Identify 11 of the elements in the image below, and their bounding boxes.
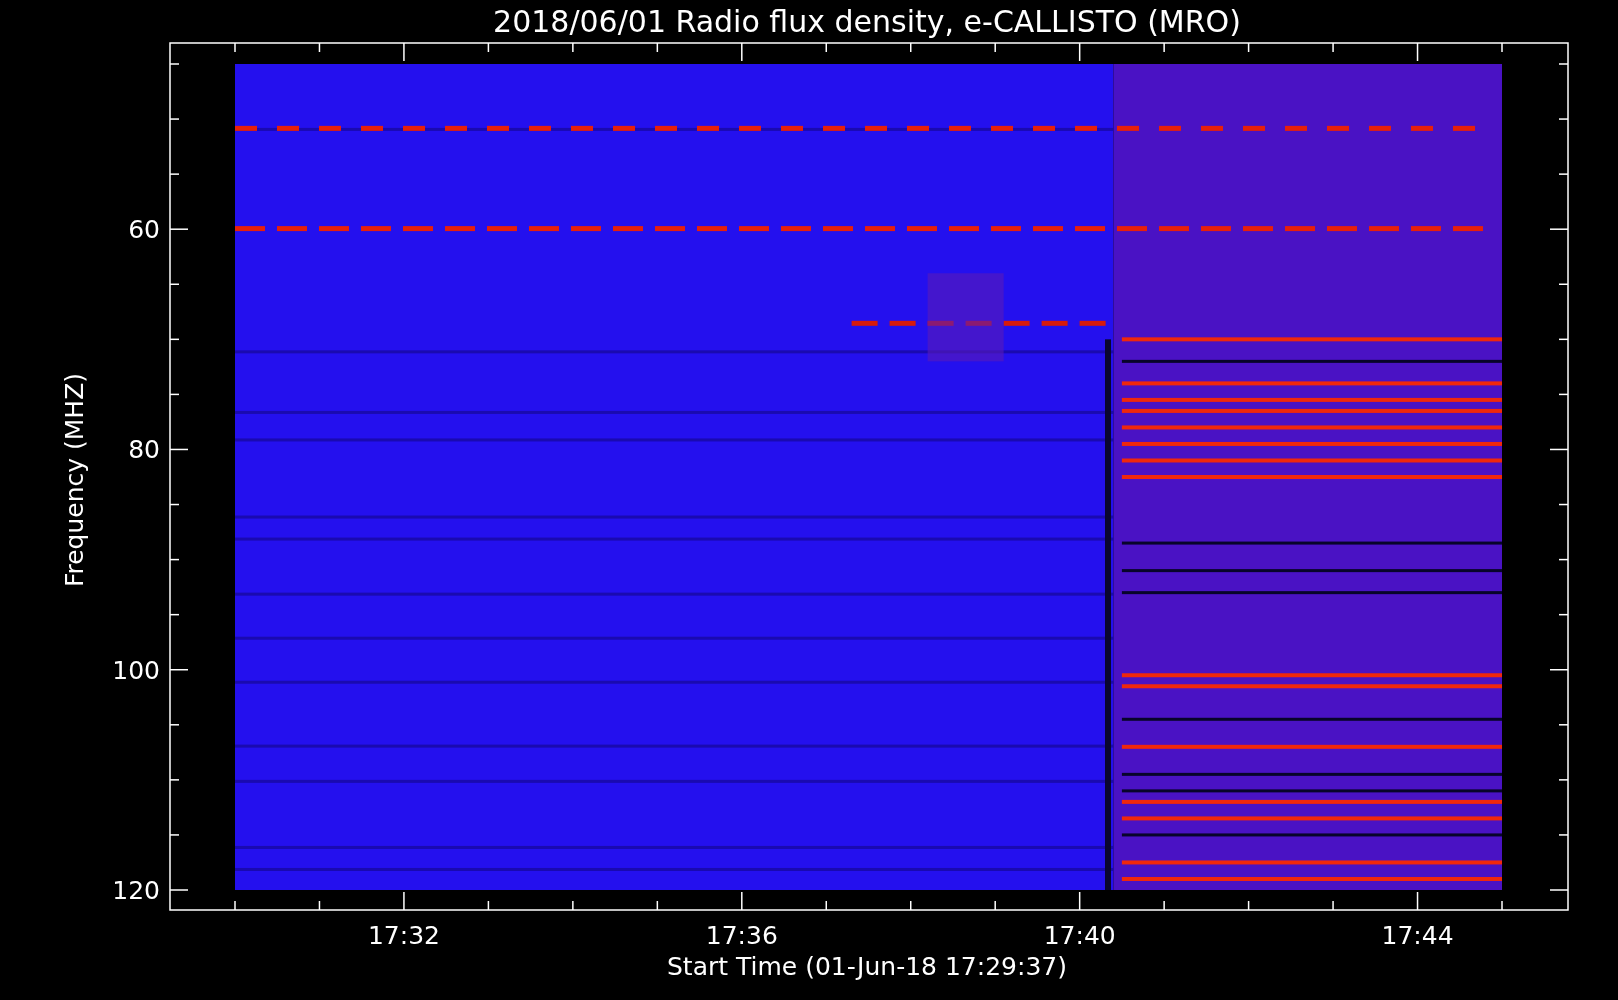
y-axis-label: Frequency (MHZ) bbox=[60, 372, 89, 588]
y-tick-label: 120 bbox=[112, 876, 160, 905]
x-tick-label: 17:40 bbox=[1043, 921, 1116, 950]
x-tick-label: 17:32 bbox=[367, 921, 440, 950]
y-tick-label: 80 bbox=[128, 435, 160, 465]
x-tick-label: 17:36 bbox=[705, 921, 778, 950]
x-tick-label: 17:44 bbox=[1381, 921, 1454, 950]
y-tick-label: 60 bbox=[128, 215, 160, 245]
y-tick-label: 100 bbox=[112, 655, 160, 685]
chart-title: 2018/06/01 Radio flux density, e-CALLISTO (MRO) bbox=[493, 4, 1241, 39]
x-axis-label: Start Time (01-Jun-18 17:29:37) bbox=[667, 952, 1067, 981]
